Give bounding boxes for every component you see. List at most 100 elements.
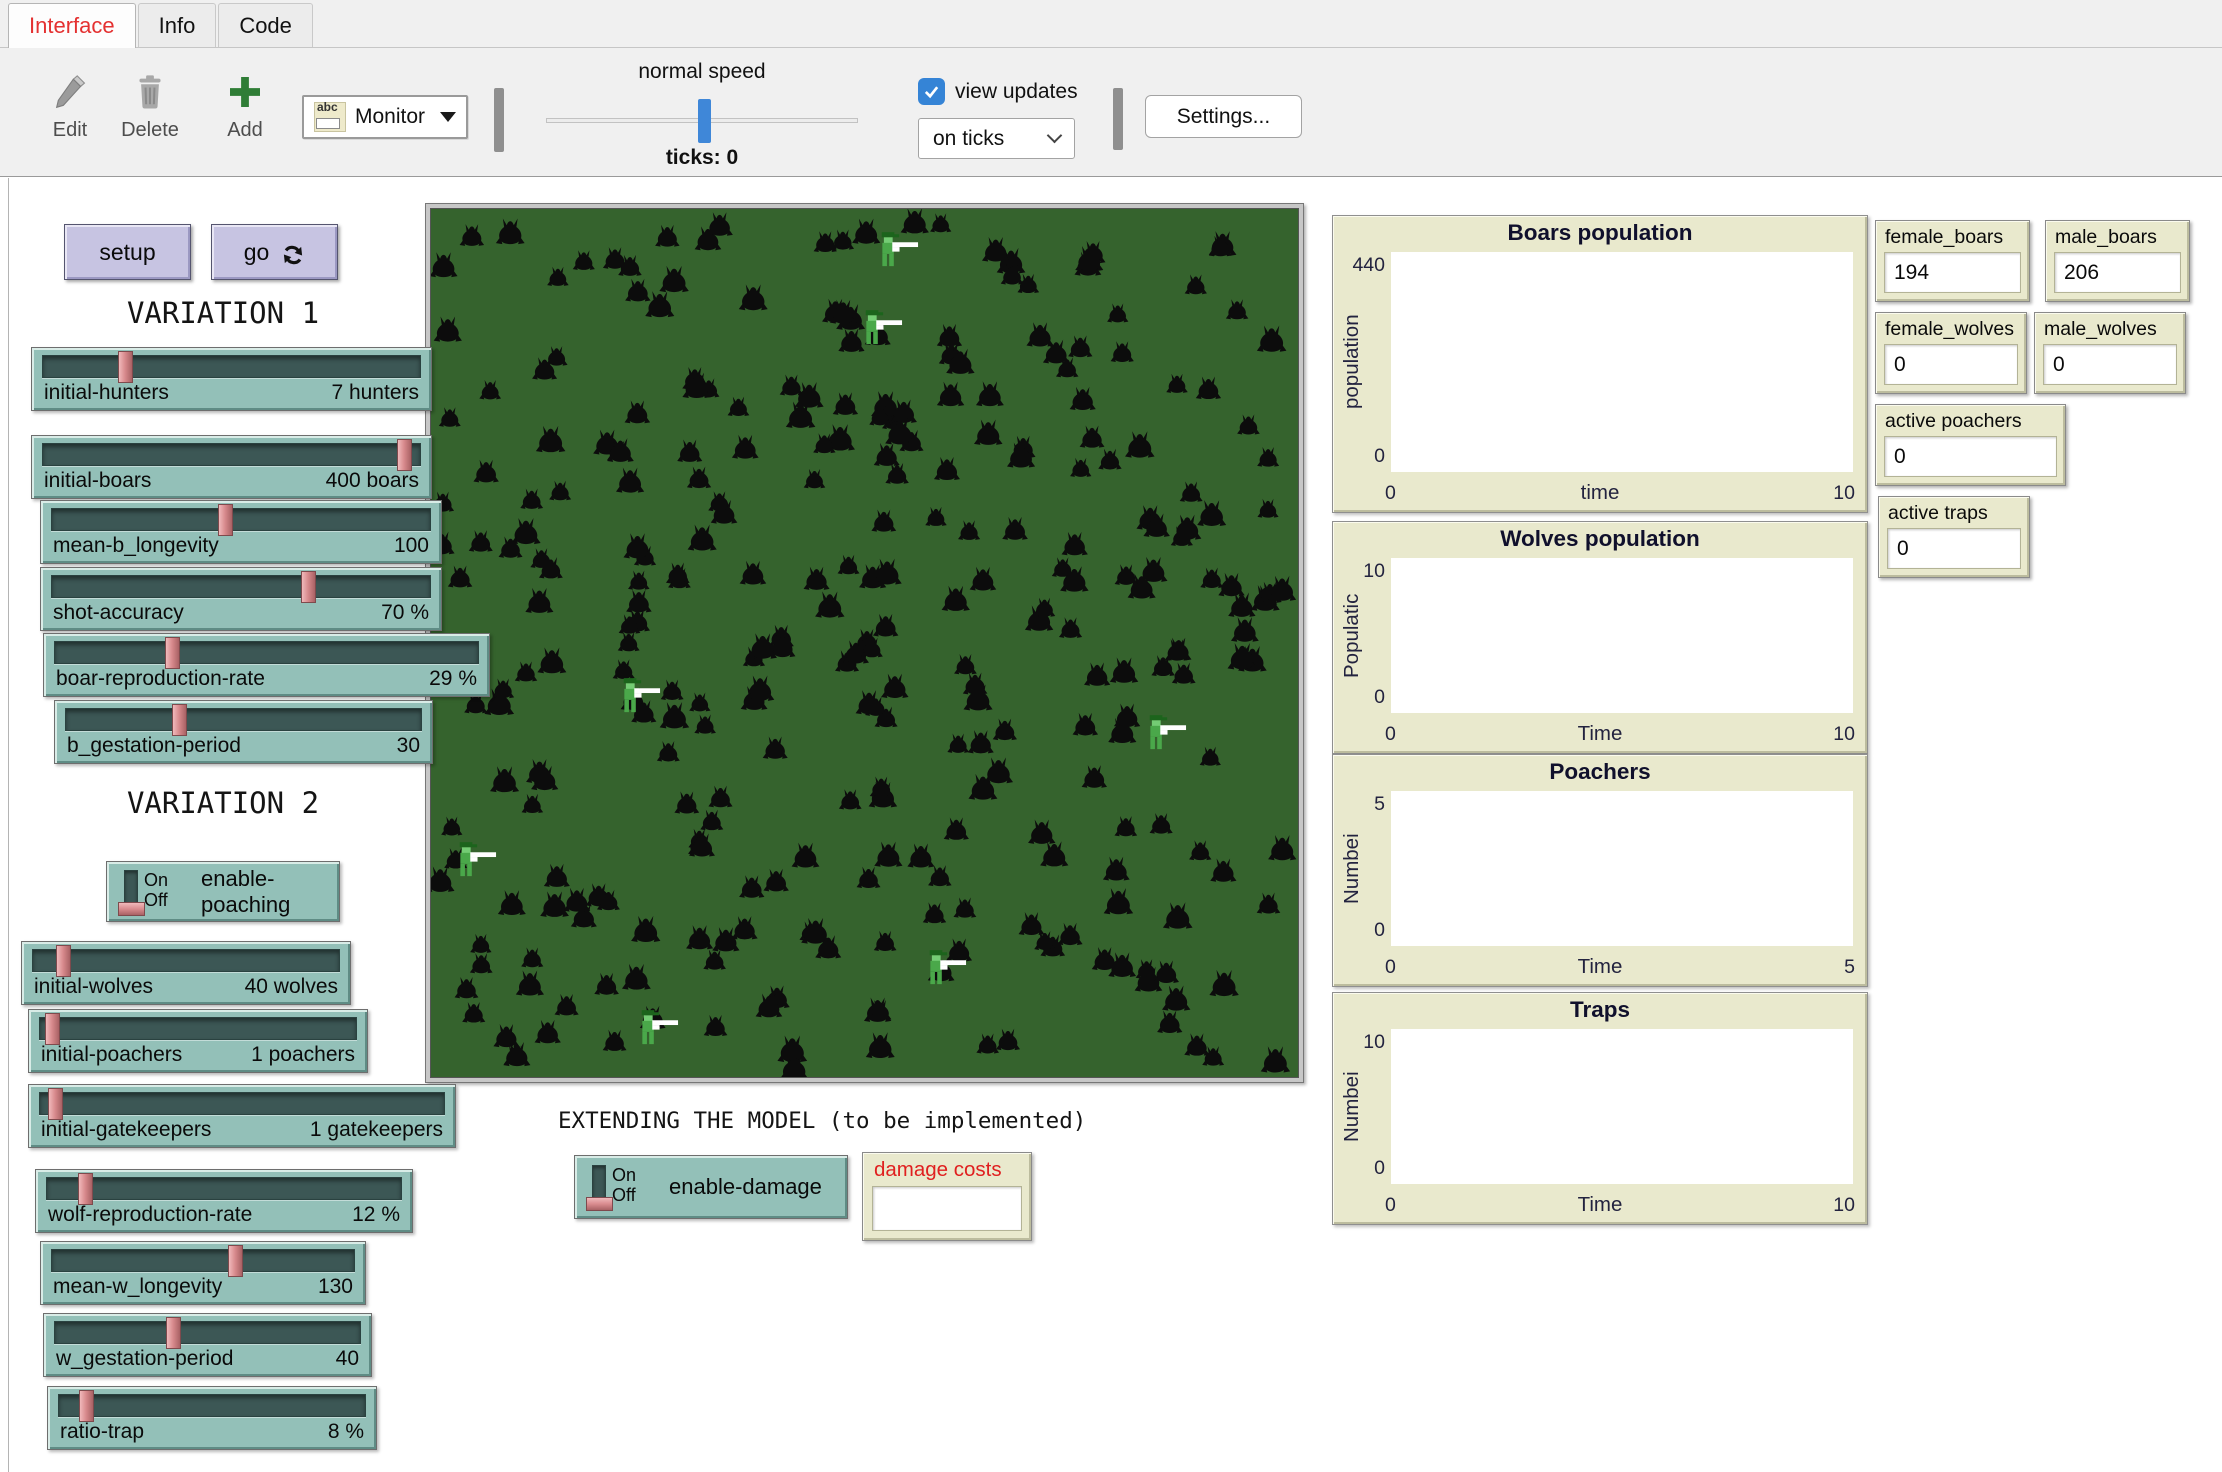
slider-handle[interactable] [78, 1173, 93, 1205]
slider-handle[interactable] [45, 1013, 60, 1045]
switch-enable-poaching[interactable]: On Off enable-poaching [106, 861, 340, 922]
switch-lever[interactable]: On Off [121, 869, 193, 915]
monitor-value: 206 [2054, 252, 2181, 293]
slider-track[interactable] [51, 1249, 355, 1272]
monitor-female-wolves: female_wolves0 [1875, 312, 2027, 394]
world-canvas[interactable] [431, 209, 1299, 1078]
speed-slider-handle[interactable] [698, 99, 711, 143]
hunter-agent[interactable] [1150, 715, 1186, 749]
checkbox-checked-icon[interactable] [918, 78, 945, 105]
world-view[interactable] [430, 208, 1299, 1078]
slider-initial-boars[interactable]: initial-boars400 boars [31, 435, 432, 499]
slider-mean-b-longevity[interactable]: mean-b_longevity100 [40, 500, 442, 564]
slider-handle[interactable] [172, 704, 187, 736]
switch-off-label: Off [612, 1185, 636, 1206]
slider-initial-hunters[interactable]: initial-hunters7 hunters [31, 347, 432, 411]
slider-caption: ratio-trap8 % [60, 1420, 364, 1444]
slider-track[interactable] [39, 1092, 445, 1115]
slider-mean-w-longevity[interactable]: mean-w_longevity 130 [40, 1241, 366, 1305]
slider-initial-gatekeepers[interactable]: initial-gatekeepers1 gatekeepers [28, 1084, 456, 1148]
slider-handle[interactable] [118, 351, 133, 383]
widget-chooser-dropdown[interactable]: abc Monitor [302, 95, 468, 139]
slider-value: 1 gatekeepers [310, 1118, 443, 1142]
slider-b-gestation-period[interactable]: b_gestation-period30 [54, 700, 433, 764]
monitor-value: 0 [1887, 528, 2021, 569]
switch-handle[interactable] [118, 902, 145, 916]
slider-handle[interactable] [301, 571, 316, 603]
slider-track[interactable] [42, 443, 421, 466]
trash-icon [130, 72, 170, 112]
slider-value: 7 hunters [331, 381, 419, 405]
slider-ratio-trap[interactable]: ratio-trap8 % [47, 1386, 377, 1450]
plot-ymin-tick: 0 [1335, 686, 1385, 709]
slider-track[interactable] [54, 641, 479, 664]
plot-ymin-tick: 0 [1335, 1157, 1385, 1180]
plot-area [1391, 252, 1853, 472]
slider-handle[interactable] [165, 637, 180, 669]
monitor-value: 0 [1884, 344, 2018, 385]
tab-interface[interactable]: Interface [8, 3, 136, 48]
slider-handle[interactable] [397, 439, 412, 471]
monitor-female-boars: female_boars194 [1875, 220, 2030, 302]
monitor-label: male_wolves [2044, 318, 2185, 341]
setup-button[interactable]: setup [64, 224, 191, 280]
slider-handle[interactable] [48, 1088, 63, 1120]
slider-value: 130 [318, 1275, 353, 1299]
variation2-header: VARIATION 2 [0, 786, 446, 820]
slider-track[interactable] [58, 1394, 366, 1417]
plot-title: Traps [1333, 997, 1867, 1023]
settings-button[interactable]: Settings... [1145, 95, 1302, 138]
abc-widget-icon: abc [314, 102, 346, 132]
speed-slider[interactable] [546, 118, 858, 123]
slider-boar-reproduction-rate[interactable]: boar-reproduction-rate29 % [43, 633, 490, 697]
plot-wolves-population: Wolves population100Populatic010Time [1332, 521, 1868, 754]
ticks-counter: ticks: 0 [546, 146, 858, 170]
plot-ymax-tick: 10 [1335, 560, 1385, 583]
plot-area [1391, 791, 1853, 946]
switch-handle[interactable] [586, 1197, 613, 1211]
delete-label: Delete [102, 119, 198, 142]
slider-track[interactable] [39, 1017, 357, 1040]
hunter-agent[interactable] [882, 232, 918, 266]
slider-handle[interactable] [56, 945, 71, 977]
boar-agents [431, 209, 1296, 1078]
view-updates-toggle[interactable]: view updates [918, 78, 1078, 105]
forever-icon [281, 243, 305, 267]
delete-button[interactable]: Delete [102, 72, 198, 142]
slider-caption: initial-boars400 boars [44, 469, 419, 493]
update-mode-dropdown[interactable]: on ticks [918, 118, 1075, 159]
go-button[interactable]: go [211, 224, 338, 280]
switch-enable-damage[interactable]: On Off enable-damage [574, 1155, 848, 1219]
slider-handle[interactable] [218, 504, 233, 536]
slider-wolf-reproduction-rate[interactable]: wolf-reproduction-rate12 % [35, 1169, 413, 1233]
add-button[interactable]: Add [197, 72, 293, 142]
slider-track[interactable] [32, 949, 340, 972]
slider-handle[interactable] [166, 1317, 181, 1349]
switch-off-label: Off [144, 890, 168, 911]
tab-info[interactable]: Info [138, 3, 217, 47]
slider-shot-accuracy[interactable]: shot-accuracy70 % [40, 567, 442, 631]
world-view-frame [425, 203, 1304, 1083]
hunter-agent[interactable] [460, 842, 496, 876]
slider-track[interactable] [51, 508, 431, 531]
plot-xlabel: Time [1333, 955, 1867, 979]
slider-caption: initial-gatekeepers1 gatekeepers [41, 1118, 443, 1142]
slider-track[interactable] [51, 575, 431, 598]
switch-lever[interactable]: On Off [589, 1164, 661, 1210]
slider-track[interactable] [65, 708, 422, 731]
slider-track[interactable] [54, 1321, 361, 1344]
switch-on-label: On [612, 1165, 636, 1186]
slider-handle[interactable] [228, 1245, 243, 1277]
toolbar-separator [494, 88, 504, 152]
slider-handle[interactable] [79, 1390, 94, 1422]
slider-track[interactable] [42, 355, 421, 378]
slider-caption: b_gestation-period30 [67, 734, 420, 758]
slider-w-gestation-period[interactable]: w_gestation-period40 [43, 1313, 372, 1377]
slider-track[interactable] [46, 1177, 402, 1200]
slider-initial-wolves[interactable]: initial-wolves40 wolves [21, 941, 351, 1005]
slider-initial-poachers[interactable]: initial-poachers1 poachers [28, 1009, 368, 1073]
monitor-label: male_boars [2055, 226, 2189, 249]
variation1-header: VARIATION 1 [0, 296, 446, 330]
slider-label: mean-w_longevity [53, 1275, 222, 1299]
tab-code[interactable]: Code [218, 3, 313, 47]
